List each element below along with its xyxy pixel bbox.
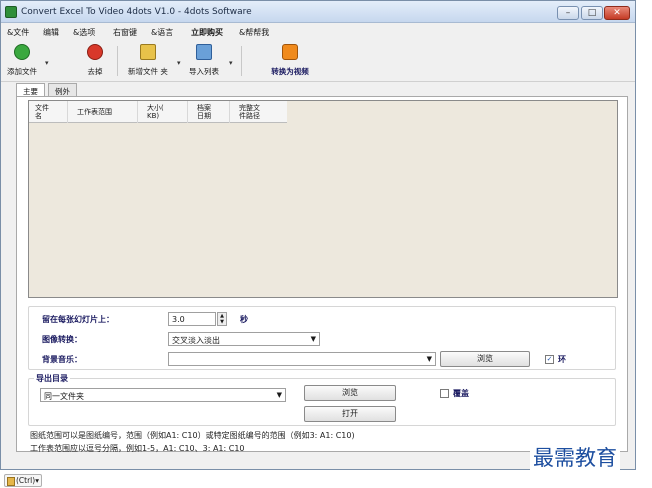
slide-duration-stepper[interactable]: ▲ ▼: [217, 312, 227, 326]
overwrite-label: 覆盖: [453, 389, 469, 398]
toolbar: 添加文件 ▾ 去掉 新增文件 夹 ▾ 导入列表 ▾ 转换为视频: [1, 40, 635, 82]
watermark-text: 最需教育: [530, 442, 620, 472]
folder-icon: [140, 44, 156, 60]
new-folder-button[interactable]: 新增文件 夹: [123, 44, 173, 77]
music-browse-button[interactable]: 浏览: [440, 351, 530, 367]
close-button[interactable]: ✕: [604, 6, 630, 20]
column-separator[interactable]: [187, 101, 188, 123]
paste-options-tag[interactable]: (Ctrl)▾: [4, 474, 42, 487]
music-select[interactable]: ▼: [168, 352, 436, 366]
app-icon: [5, 6, 17, 18]
column-header-file-date[interactable]: 档案 日期: [197, 104, 211, 120]
chevron-down-icon: ▼: [310, 335, 316, 343]
overwrite-checkbox[interactable]: [440, 389, 449, 398]
output-folder-title: 导出目录: [34, 373, 70, 384]
tab-exceptions[interactable]: 例外: [48, 83, 77, 97]
transition-label: 图像转换：: [42, 335, 82, 344]
transition-value: 交叉淡入淡出: [172, 336, 220, 345]
add-file-dropdown-arrow[interactable]: ▾: [45, 59, 49, 67]
loop-checkbox[interactable]: ✓: [545, 355, 554, 364]
remove-button[interactable]: 去掉: [81, 44, 109, 77]
column-header-filename[interactable]: 文件 名: [35, 104, 49, 120]
title-bar[interactable]: Convert Excel To Video 4dots V1.0 - 4dot…: [1, 1, 635, 23]
column-separator[interactable]: [229, 101, 230, 123]
column-header-sheet-range[interactable]: 工作表范围: [77, 108, 112, 116]
menu-options[interactable]: &选项: [73, 27, 95, 38]
import-list-dropdown-arrow[interactable]: ▾: [229, 59, 233, 67]
help-text-line-2: 工作表范围应以逗号分隔，例如1-5，A1: C10、3: A1: C10: [30, 444, 245, 453]
menu-file[interactable]: &文件: [7, 27, 29, 38]
minimize-button[interactable]: –: [557, 6, 579, 20]
output-folder-select[interactable]: 同一文件夹 ▼: [40, 388, 286, 402]
menu-context[interactable]: 右窗键: [113, 27, 137, 38]
slide-duration-input[interactable]: 3.0: [168, 312, 216, 326]
convert-to-video-button[interactable]: 转换为视频: [263, 44, 317, 77]
new-folder-dropdown-arrow[interactable]: ▾: [177, 59, 181, 67]
chevron-down-icon: ▼: [276, 391, 282, 399]
loop-label: 环: [558, 355, 566, 364]
column-header-full-path[interactable]: 完整文 件路径: [239, 104, 260, 120]
chevron-down-icon: ▼: [426, 355, 432, 363]
grid-header: 文件 名 工作表范围 大小( KB) 档案 日期 完整文 件路径: [29, 101, 287, 123]
file-grid[interactable]: 文件 名 工作表范围 大小( KB) 档案 日期 完整文 件路径: [28, 100, 618, 298]
menu-help[interactable]: &帮帮我: [239, 27, 269, 38]
remove-icon: [87, 44, 103, 60]
import-icon: [196, 44, 212, 60]
transition-select[interactable]: 交叉淡入淡出 ▼: [168, 332, 320, 346]
menu-buy-now[interactable]: 立即购买: [191, 27, 223, 38]
slide-duration-unit: 秒: [240, 315, 248, 324]
output-folder-value: 同一文件夹: [44, 392, 84, 401]
column-header-size[interactable]: 大小( KB): [147, 104, 164, 120]
menu-language[interactable]: &语言: [151, 27, 173, 38]
add-icon: [14, 44, 30, 60]
column-separator[interactable]: [137, 101, 138, 123]
help-text-line-1: 图纸范围可以是图纸编号，范围（例如A1: C10）或特定图纸编号的范围（例如3:…: [30, 431, 355, 440]
column-separator[interactable]: [67, 101, 68, 123]
maximize-button[interactable]: □: [581, 6, 603, 20]
clipboard-icon: [7, 476, 15, 486]
slide-duration-label: 留在每张幻灯片上：: [42, 315, 114, 324]
add-file-button[interactable]: 添加文件: [5, 44, 39, 77]
open-folder-button[interactable]: 打开: [304, 406, 396, 422]
menu-bar: &文件 编辑 &选项 右窗键 &语言 立即购买 &帮帮我: [1, 24, 635, 40]
toolbar-separator: [241, 46, 242, 76]
music-label: 背景音乐：: [42, 355, 82, 364]
menu-edit[interactable]: 编辑: [43, 27, 59, 38]
convert-icon: [282, 44, 298, 60]
import-list-button[interactable]: 导入列表: [185, 44, 223, 77]
output-browse-button[interactable]: 浏览: [304, 385, 396, 401]
toolbar-separator: [117, 46, 118, 76]
window-title: Convert Excel To Video 4dots V1.0 - 4dot…: [21, 7, 252, 17]
